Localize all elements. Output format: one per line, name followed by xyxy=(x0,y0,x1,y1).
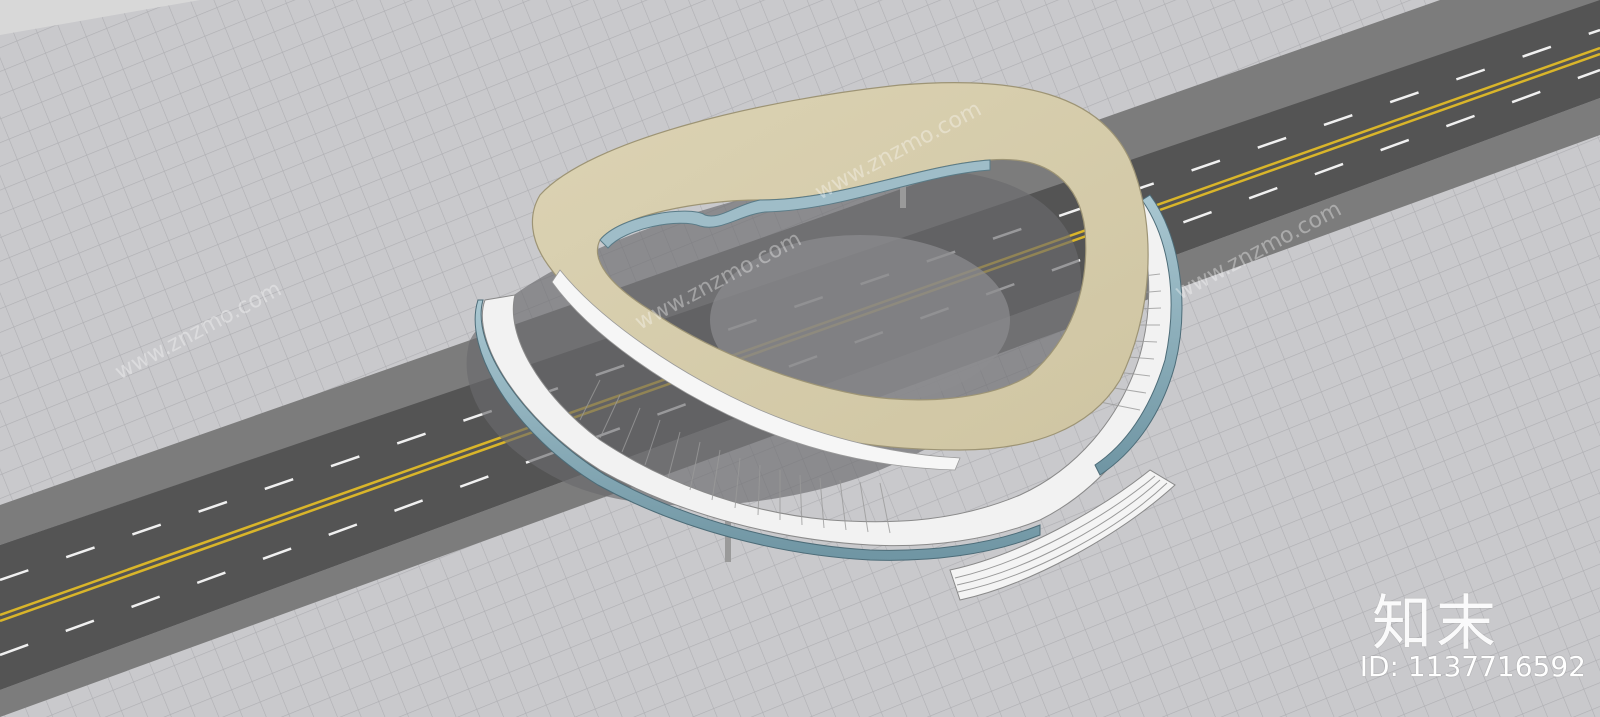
image-id-label: ID: 1137716592 xyxy=(1359,650,1586,683)
rendered-scene: www.znzmo.com www.znzmo.com www.znzmo.comw… xyxy=(0,0,1600,717)
znzmo-logo-icon: 知末 xyxy=(1372,589,1500,659)
